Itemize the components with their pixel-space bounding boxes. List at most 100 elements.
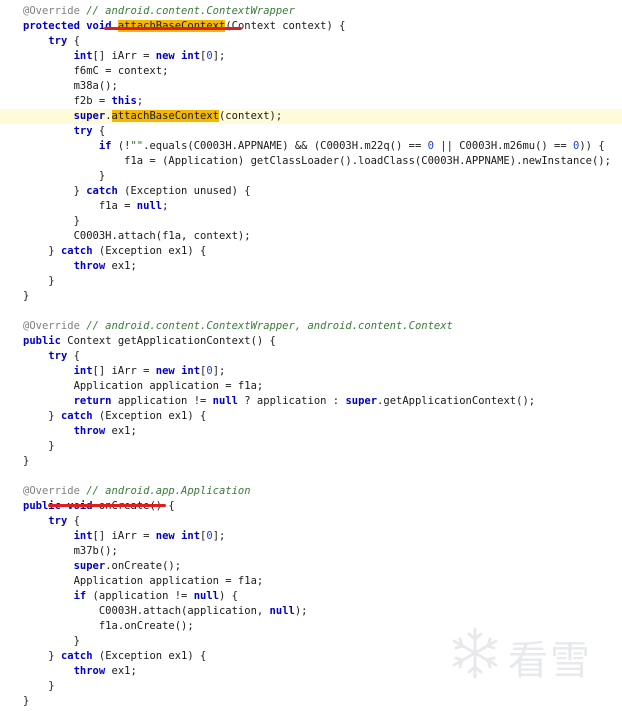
code-line: f2b = this; (0, 94, 622, 109)
code-line: try { (0, 514, 622, 529)
code-line: return application != null ? application… (0, 394, 622, 409)
code-token: throw (73, 665, 106, 677)
code-token: f1a.onCreate(); (23, 620, 194, 632)
code-line: f1a.onCreate(); (0, 619, 622, 634)
code-token: // android.app.Application (86, 485, 251, 497)
code-token: super (345, 395, 378, 407)
code-token: (Exception ex1) { (92, 410, 207, 422)
code-token: int (73, 50, 93, 62)
code-token: } (23, 635, 80, 647)
code-token: @Override (23, 485, 87, 497)
code-line: } (0, 694, 622, 709)
code-token: ; (162, 200, 169, 212)
code-line: Application application = f1a; (0, 574, 622, 589)
code-token: { (67, 350, 80, 362)
code-token: { (92, 125, 106, 137)
code-token: [] iArr = (92, 50, 156, 62)
code-line: throw ex1; (0, 259, 622, 274)
code-line: m38a(); (0, 79, 622, 94)
code-token: ; (136, 95, 144, 107)
code-token: } (23, 440, 55, 452)
code-line: super.onCreate(); (0, 559, 622, 574)
code-token: (Exception ex1) { (92, 245, 207, 257)
code-token: // android.content.ContextWrapper, andro… (86, 320, 453, 332)
code-token: { (67, 35, 80, 47)
code-token: (context); (218, 110, 283, 122)
code-token: super (73, 560, 106, 572)
code-line: } catch (Exception unused) { (0, 184, 622, 199)
code-line: if (!"".equals(C0003H.APPNAME) && (C0003… (0, 139, 622, 154)
code-token: catch (60, 410, 93, 422)
code-token: } (23, 680, 55, 692)
code-line: try { (0, 124, 622, 139)
code-token: this (111, 95, 137, 107)
code-line: protected void attachBaseContext(Context… (0, 19, 622, 34)
code-line: @Override // android.content.ContextWrap… (0, 4, 622, 19)
code-token: Application application = f1a; (23, 380, 264, 392)
code-token: } (23, 410, 61, 422)
code-line: } (0, 439, 622, 454)
code-token: ex1; (105, 260, 137, 272)
code-editor[interactable]: @Override // android.content.ContextWrap… (0, 0, 622, 711)
code-line: } (0, 289, 622, 304)
code-token: ]; (212, 530, 226, 542)
code-line: @Override // android.content.ContextWrap… (0, 319, 622, 334)
code-token: .getApplicationContext(); (377, 395, 536, 407)
code-line: try { (0, 349, 622, 364)
code-token: @Override (23, 5, 87, 17)
code-token: (Exception unused) { (117, 185, 251, 197)
code-token: (application != (86, 590, 194, 602)
code-token: . (105, 110, 112, 122)
code-token: new (155, 365, 175, 377)
code-token: C0003H.attach(f1a, context); (23, 230, 251, 242)
code-token: } (23, 185, 87, 197)
code-token: throw (73, 425, 106, 437)
code-line: super.attachBaseContext(context); (0, 109, 622, 124)
code-token: ); (294, 605, 308, 617)
code-line: C0003H.attach(application, null); (0, 604, 622, 619)
code-token: } (23, 170, 106, 182)
code-line: f1a = null; (0, 199, 622, 214)
code-token: (Exception ex1) { (92, 650, 207, 662)
code-line: } catch (Exception ex1) { (0, 409, 622, 424)
code-token: try (48, 350, 68, 362)
code-token: f2b = (23, 95, 112, 107)
code-line: int[] iArr = new int[0]; (0, 364, 622, 379)
code-token: throw (73, 260, 106, 272)
code-token: try (48, 35, 68, 47)
code-token: m37b(); (23, 545, 118, 557)
code-token: null (136, 200, 163, 212)
code-token: { (67, 515, 80, 527)
code-line: Application application = f1a; (0, 379, 622, 394)
code-token: ex1; (105, 665, 137, 677)
code-token: ) { (219, 590, 238, 602)
code-token: } (23, 290, 30, 302)
code-line: } (0, 274, 622, 289)
code-token: } (23, 455, 30, 467)
code-line: f6mC = context; (0, 64, 622, 79)
code-token: )) { (579, 140, 605, 152)
code-token: try (48, 515, 68, 527)
code-token: catch (60, 245, 93, 257)
code-token: @Override (23, 320, 87, 332)
code-token: null (269, 605, 295, 617)
code-token: // android.content.ContextWrapper (86, 5, 295, 17)
code-token: .equals(C0003H.APPNAME) && (C0003H.m22q(… (143, 140, 428, 152)
code-token: Application application = f1a; (23, 575, 264, 587)
code-token: ? application : (237, 395, 346, 407)
code-token: return (73, 395, 112, 407)
code-token: } (23, 650, 61, 662)
code-token: new (155, 530, 175, 542)
code-token: Context getApplicationContext() { (60, 335, 276, 347)
highlighted-token: attachBaseContext (117, 20, 226, 32)
code-token: int (181, 365, 201, 377)
